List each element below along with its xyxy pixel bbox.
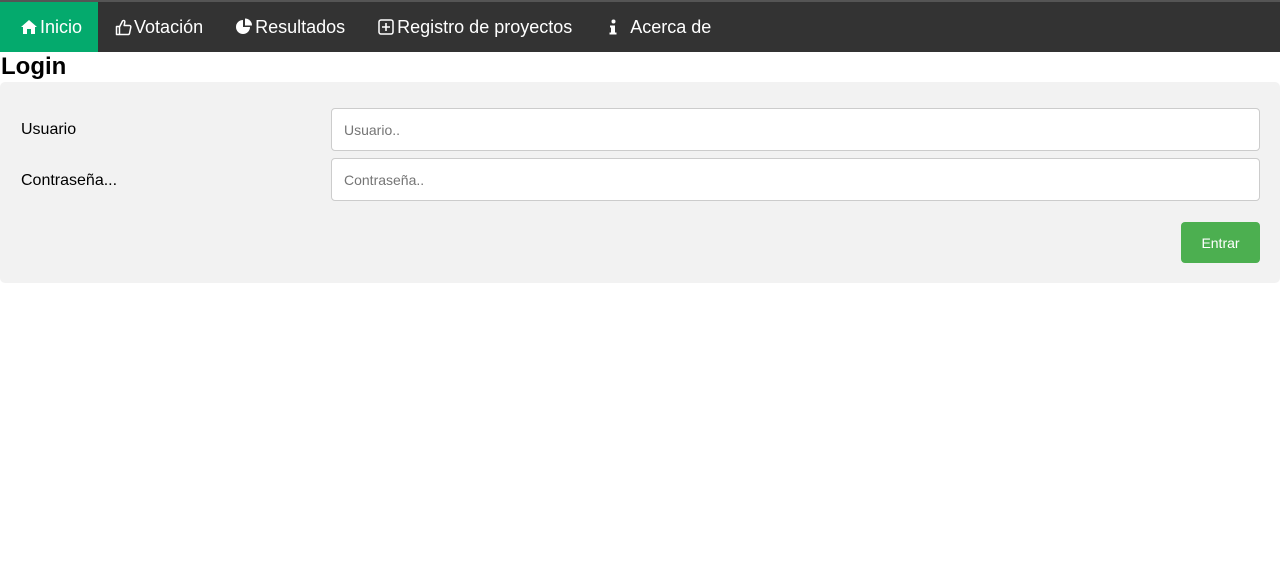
pie-chart-icon (235, 18, 253, 36)
password-input[interactable] (331, 158, 1260, 201)
nav-item-votacion[interactable]: Votación (98, 2, 219, 52)
nav-item-resultados[interactable]: Resultados (219, 2, 361, 52)
username-input[interactable] (331, 108, 1260, 151)
top-navigation-bar: Inicio Votación Resultados Registro de p… (0, 0, 1280, 52)
plus-square-icon (377, 18, 395, 36)
nav-item-acerca-de[interactable]: Acerca de (588, 2, 727, 52)
home-icon (20, 18, 38, 36)
login-form-panel: Usuario Contraseña... Entrar (0, 82, 1280, 283)
nav-item-registro-proyectos[interactable]: Registro de proyectos (361, 2, 588, 52)
password-label: Contraseña... (21, 172, 118, 189)
nav-label-resultados: Resultados (255, 16, 346, 37)
nav-label-votacion: Votación (134, 16, 204, 37)
entrar-button[interactable]: Entrar (1181, 222, 1260, 263)
nav-label-inicio: Inicio (40, 16, 83, 37)
username-label: Usuario (21, 121, 77, 138)
nav-item-inicio[interactable]: Inicio (0, 2, 99, 52)
nav-label-acerca-de: Acerca de (630, 16, 712, 37)
info-icon (604, 18, 622, 36)
page-title: Login (1, 53, 67, 80)
thumbs-up-icon (114, 18, 132, 36)
nav-label-registro-proyectos: Registro de proyectos (397, 16, 573, 37)
